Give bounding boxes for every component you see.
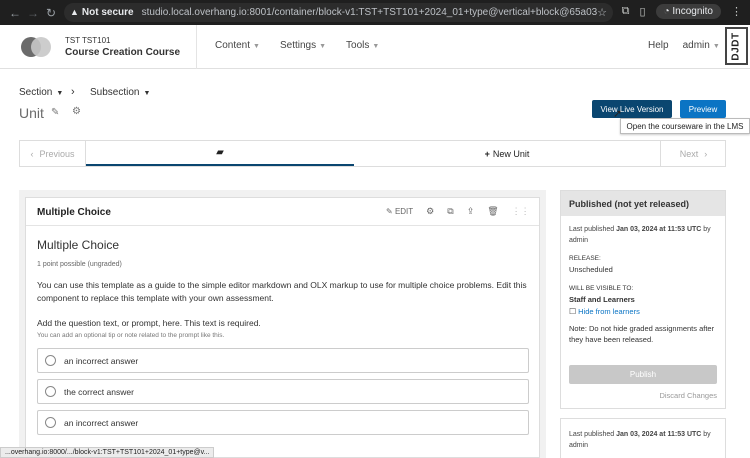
chevron-down-icon: ▼ (253, 43, 260, 50)
problem-tip: You can add an optional tip or note rela… (37, 332, 225, 339)
django-debug-toolbar-handle[interactable]: DJDT (725, 27, 748, 65)
last-published: Last published Jan 03, 2024 at 11:53 UTC… (569, 431, 711, 449)
pencil-icon[interactable]: ✎ (51, 107, 59, 118)
visible-to-label: WILL BE VISIBLE TO: (569, 285, 634, 292)
problem-question: Add the question text, or prompt, here. … (37, 318, 261, 328)
reload-icon[interactable]: ↻ (42, 6, 60, 20)
problem-description: You can use this template as a guide to … (37, 280, 527, 303)
publish-history-card: Last published Jan 03, 2024 at 11:53 UTC… (560, 418, 726, 458)
duplicate-icon[interactable]: ⧉ (447, 206, 453, 217)
chevron-down-icon: ▼ (712, 43, 720, 50)
previous-button[interactable]: ‹ Previous (20, 141, 86, 166)
radio-button[interactable] (45, 355, 56, 366)
forward-icon[interactable]: → (24, 6, 42, 20)
security-indicator[interactable]: ▲ Not secure (70, 7, 134, 18)
publish-details: Last published Jan 03, 2024 at 11:53 UTC… (569, 224, 719, 345)
next-button[interactable]: Next › (660, 141, 726, 166)
xblock-title: Multiple Choice (37, 207, 111, 218)
browser-toolbar: ← → ↻ ▲ Not secure studio.local.overhang.… (0, 0, 750, 25)
course-name[interactable]: Course Creation Course (65, 47, 180, 58)
new-unit-button[interactable]: + New Unit (354, 141, 660, 166)
nav-content[interactable]: Content ▼ (215, 40, 260, 51)
choice-option[interactable]: an incorrect answer (37, 348, 529, 373)
extensions-icon[interactable]: ⧉ (622, 5, 630, 18)
nav-tools[interactable]: Tools ▼ (346, 40, 379, 51)
xblock-header: Multiple Choice ✎ EDIT ⚙ ⧉ ⇪ 🗑 ⋮⋮ (26, 198, 539, 226)
pencil-icon: ✎ (386, 207, 393, 216)
unit-navigation: ‹ Previous ▰ + New Unit Next › (19, 140, 726, 167)
discard-changes-link[interactable]: Discard Changes (659, 391, 717, 400)
chevron-right-icon: › (704, 148, 708, 159)
user-menu[interactable]: admin ▼ (683, 40, 720, 51)
chevron-down-icon: ▼ (319, 43, 327, 50)
studio-logo[interactable] (21, 37, 51, 57)
gear-icon[interactable]: ⚙ (426, 206, 434, 217)
xblock-actions: ✎ EDIT ⚙ ⧉ ⇪ 🗑 ⋮⋮ (386, 206, 530, 217)
gear-icon[interactable]: ⚙ (72, 106, 81, 117)
choice-option[interactable]: the correct answer (37, 379, 529, 404)
checkbox[interactable]: ☐ (569, 307, 576, 316)
radio-button[interactable] (45, 417, 56, 428)
view-live-button[interactable]: View Live Version (592, 100, 672, 118)
xblock-component: Multiple Choice ✎ EDIT ⚙ ⧉ ⇪ 🗑 ⋮⋮ Multip… (25, 197, 540, 458)
url-text: studio.local.overhang.io:8001/container/… (141, 7, 598, 18)
caret-down-icon: ▼ (143, 90, 151, 97)
back-icon[interactable]: ← (6, 6, 24, 20)
unit-content-area: Multiple Choice ✎ EDIT ⚙ ⧉ ⇪ 🗑 ⋮⋮ Multip… (19, 190, 546, 458)
sidebar-icon[interactable]: ▯ (640, 5, 646, 18)
main-nav: Content ▼ Settings ▼ Tools ▼ (215, 40, 379, 51)
course-org: TST TST101 (65, 36, 111, 45)
release-value: Unscheduled (569, 265, 613, 274)
move-icon[interactable]: ⇪ (467, 206, 475, 217)
warning-icon: ▲ (70, 7, 79, 17)
unit-title: Unit (19, 105, 44, 121)
breadcrumb-section[interactable]: Section ▼ (19, 87, 63, 98)
breadcrumb-separator: › (71, 86, 75, 98)
radio-button[interactable] (45, 386, 56, 397)
incognito-badge[interactable]: ◔ Incognito (655, 4, 721, 19)
drag-handle-icon[interactable]: ⋮⋮ (512, 206, 530, 217)
caret-down-icon: ▼ (56, 90, 64, 97)
hide-from-learners[interactable]: ☐ Hide from learners (569, 307, 719, 316)
browser-status-url: ...overhang.io:8000/.../block-v1:TST+TST… (0, 447, 215, 458)
edit-button[interactable]: ✎ EDIT (386, 207, 413, 216)
choice-option[interactable]: an incorrect answer (37, 410, 529, 435)
publish-button[interactable]: Publish (569, 365, 717, 384)
menu-icon[interactable]: ⋮ (731, 5, 742, 18)
publish-status-card: Published (not yet released) Last publis… (560, 190, 726, 409)
problem-points: 1 point possible (ungraded) (37, 261, 122, 268)
studio-header: TST TST101 Course Creation Course Conten… (0, 25, 750, 69)
problem-body: Multiple Choice 1 point possible (ungrad… (37, 238, 529, 441)
address-bar[interactable]: ▲ Not secure studio.local.overhang.io:800… (64, 3, 613, 22)
user-nav: Help admin ▼ (648, 40, 720, 51)
book-icon: ▰ (216, 147, 224, 158)
preview-button[interactable]: Preview (680, 100, 726, 118)
trash-icon[interactable]: 🗑 (487, 206, 498, 217)
star-icon[interactable]: ☆ (597, 6, 607, 19)
current-unit-tab[interactable]: ▰ (86, 141, 354, 166)
problem-title: Multiple Choice (37, 238, 120, 252)
release-label: RELEASE: (569, 255, 601, 262)
last-published: Last published Jan 03, 2024 at 11:53 UTC… (569, 226, 711, 244)
tooltip: Open the courseware in the LMS (620, 118, 750, 134)
nav-settings[interactable]: Settings ▼ (280, 40, 326, 51)
plus-icon: + (484, 148, 490, 159)
visible-to-value: Staff and Learners (569, 295, 635, 304)
chevron-down-icon: ▼ (372, 43, 380, 50)
choice-list: an incorrect answer the correct answer a… (37, 348, 529, 435)
hide-note: Note: Do not hide graded assignments aft… (569, 324, 715, 344)
help-link[interactable]: Help (648, 40, 669, 51)
chevron-left-icon: ‹ (30, 148, 34, 159)
publish-status-title: Published (not yet released) (561, 191, 725, 216)
header-divider (196, 25, 197, 69)
breadcrumb-subsection[interactable]: Subsection ▼ (90, 87, 150, 98)
